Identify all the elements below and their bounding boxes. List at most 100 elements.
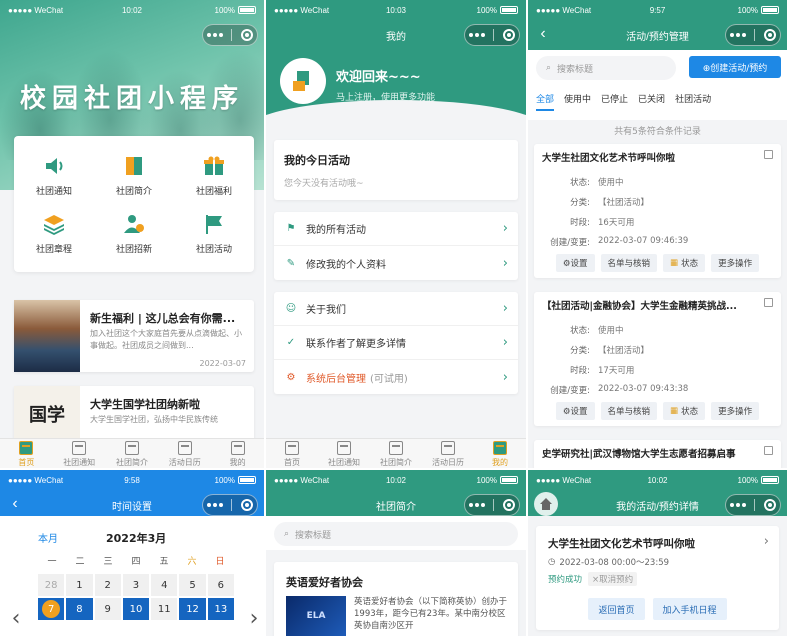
- activity-card[interactable]: 大学生社团文化艺术节呼叫你啦 状态: 使用中 分类: 【社团活动】 时段: 16天可用…: [534, 144, 781, 278]
- calendar-day[interactable]: 28: [38, 574, 65, 596]
- more-icon[interactable]: [207, 33, 224, 37]
- more-actions-button[interactable]: 更多操作: [711, 402, 760, 420]
- prev-month-icon[interactable]: ‹: [6, 606, 26, 631]
- tab-calendar[interactable]: 活动日历: [422, 439, 474, 470]
- menu-admin[interactable]: ⚙ 系统后台管理 (可试用) ›: [274, 360, 518, 394]
- calendar-day[interactable]: 12: [179, 598, 206, 620]
- avatar[interactable]: [280, 58, 326, 104]
- page-title: 时间设置: [112, 501, 152, 513]
- field-value: 16天可用: [598, 218, 635, 228]
- calendar-day[interactable]: 13: [207, 598, 234, 620]
- search-input[interactable]: ⌕ 搜索标题: [274, 522, 518, 546]
- home-button[interactable]: [534, 492, 558, 516]
- tab-mine[interactable]: 我的: [474, 439, 526, 470]
- field-key: 创建/变更:: [550, 386, 590, 396]
- menu-my-activities[interactable]: ⚑ 我的所有活动 ›: [274, 212, 518, 246]
- chevron-right-icon: ›: [502, 255, 508, 271]
- filter-all[interactable]: 全部: [536, 92, 555, 111]
- activity-card[interactable]: 【社团活动|金融协会】大学生金融精英挑战... 状态: 使用中 分类: 【社团活动】…: [534, 292, 781, 426]
- card-actions: ⚙设置 名单与核销 ▦ 状态 更多操作: [534, 402, 781, 420]
- tab-home[interactable]: 首页: [0, 439, 53, 470]
- grid-item-welfare[interactable]: 社团福利: [174, 146, 254, 204]
- settings-button[interactable]: ⚙设置: [555, 254, 595, 272]
- grid-item-notice[interactable]: 社团通知: [14, 146, 94, 204]
- calendar-day[interactable]: 9: [94, 598, 121, 620]
- calendar-day[interactable]: 5: [179, 574, 206, 596]
- this-month-button[interactable]: 本月: [38, 530, 58, 545]
- expand-icon[interactable]: [764, 150, 773, 159]
- expand-icon[interactable]: [764, 298, 773, 307]
- calendar-day-today[interactable]: 7: [38, 598, 65, 620]
- mini-program-capsule[interactable]: [202, 494, 258, 516]
- status-button[interactable]: ▦ 状态: [663, 402, 706, 420]
- tab-intro[interactable]: 社团简介: [106, 439, 159, 470]
- mini-program-capsule[interactable]: [202, 24, 258, 46]
- back-icon[interactable]: ‹: [6, 495, 24, 513]
- close-target-icon[interactable]: [502, 29, 515, 41]
- next-month-icon[interactable]: ›: [244, 606, 264, 631]
- calendar-day[interactable]: 10: [122, 598, 150, 620]
- filter-club-activity[interactable]: 社团活动: [675, 92, 711, 111]
- mine-screen: ●●●●● WeChat 10:03 100% 我的 欢迎回来~~~ 马上注册，…: [266, 0, 526, 470]
- more-icon[interactable]: [469, 33, 486, 37]
- calendar-day[interactable]: 6: [207, 574, 234, 596]
- add-to-calendar-button[interactable]: 加入手机日程: [652, 598, 727, 620]
- tab-calendar[interactable]: 活动日历: [158, 439, 211, 470]
- calendar-day[interactable]: 11: [151, 598, 178, 620]
- back-icon[interactable]: ‹: [534, 25, 552, 43]
- filter-stopped[interactable]: 已停止: [601, 92, 628, 111]
- close-target-icon[interactable]: [763, 499, 776, 511]
- tab-notice[interactable]: 社团通知: [318, 439, 370, 470]
- club-image: ELA: [286, 596, 346, 636]
- close-target-icon[interactable]: [240, 499, 253, 511]
- mini-program-capsule[interactable]: [725, 494, 781, 516]
- menu-about-us[interactable]: ☺ 关于我们 ›: [274, 292, 518, 326]
- more-icon[interactable]: [207, 503, 224, 507]
- search-input[interactable]: ⌕ 搜索标题: [536, 56, 676, 80]
- field-key: 分类:: [570, 346, 590, 356]
- calendar-day[interactable]: 2: [94, 574, 121, 596]
- today-activity-card: 我的今日活动 您今天没有活动哦~: [274, 140, 518, 200]
- settings-button[interactable]: ⚙设置: [555, 402, 595, 420]
- club-card[interactable]: 英语爱好者协会 ELA 英语爱好者协会（以下简称英协）创办于1993年，距今已有…: [274, 562, 518, 636]
- list-verify-button[interactable]: 名单与核销: [600, 402, 658, 420]
- calendar-day[interactable]: 4: [151, 574, 178, 596]
- more-icon[interactable]: [730, 33, 747, 37]
- chevron-right-icon[interactable]: ›: [764, 534, 769, 549]
- mini-program-capsule[interactable]: [464, 24, 520, 46]
- status-button[interactable]: ▦ 状态: [663, 254, 706, 272]
- close-target-icon[interactable]: [240, 29, 253, 41]
- grid-label: 社团福利: [195, 186, 232, 197]
- filter-closed[interactable]: 已关闭: [638, 92, 665, 111]
- cancel-reservation-button[interactable]: ×取消预约: [588, 572, 638, 586]
- list-verify-button[interactable]: 名单与核销: [600, 254, 658, 272]
- back-home-button[interactable]: 返回首页: [588, 598, 645, 620]
- expand-icon[interactable]: [764, 446, 773, 455]
- more-icon[interactable]: [469, 503, 486, 507]
- more-actions-button[interactable]: 更多操作: [711, 254, 760, 272]
- create-activity-button[interactable]: ⊕创建活动/预约: [689, 56, 781, 78]
- menu-contact-author[interactable]: ✓ 联系作者了解更多详情 ›: [274, 326, 518, 360]
- more-icon[interactable]: [730, 503, 747, 507]
- activity-card[interactable]: 史学研究社|武汉博物馆大学生志愿者招募启事: [534, 440, 781, 470]
- mini-program-capsule[interactable]: [464, 494, 520, 516]
- calendar-day[interactable]: 1: [66, 574, 93, 596]
- grid-item-charter[interactable]: 社团章程: [14, 204, 94, 262]
- close-target-icon[interactable]: [502, 499, 515, 511]
- filter-in-use[interactable]: 使用中: [564, 92, 591, 111]
- tab-notice[interactable]: 社团通知: [53, 439, 106, 470]
- news-item[interactable]: 新生福利 | 这儿总会有你需... 加入社团这个大家庭首先要从点滴做起、小事做起…: [14, 300, 254, 372]
- tab-home[interactable]: 首页: [266, 439, 318, 470]
- tab-intro[interactable]: 社团简介: [370, 439, 422, 470]
- calendar-day[interactable]: 3: [122, 574, 150, 596]
- news-item[interactable]: 国学 大学生国学社团纳新啦 大学生国学社团，弘扬中华民族传统: [14, 386, 254, 442]
- calendar-day[interactable]: 8: [66, 598, 93, 620]
- tab-mine[interactable]: 我的: [211, 439, 264, 470]
- grid-item-recruit[interactable]: 社团招新: [94, 204, 174, 262]
- menu-edit-profile[interactable]: ✎ 修改我的个人资料 ›: [274, 246, 518, 280]
- grid-item-intro[interactable]: 社团简介: [94, 146, 174, 204]
- close-target-icon[interactable]: [763, 29, 776, 41]
- grid-item-activity[interactable]: 社团活动: [174, 204, 254, 262]
- mini-program-capsule[interactable]: [725, 24, 781, 46]
- register-link[interactable]: 马上注册，使用更多功能: [336, 90, 435, 103]
